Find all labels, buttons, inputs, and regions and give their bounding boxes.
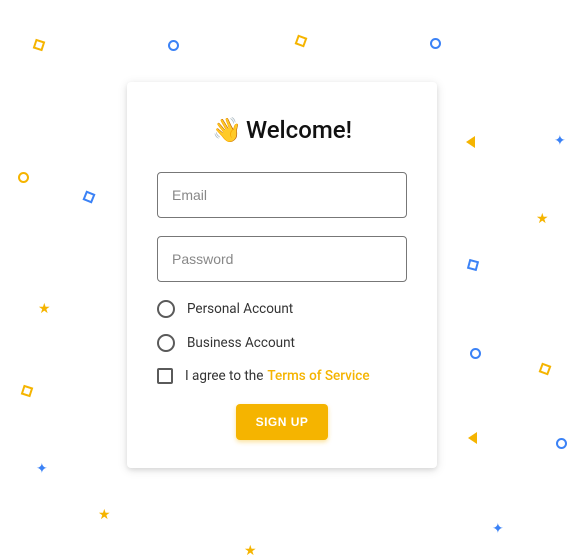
signup-button[interactable]: SIGN UP [236, 404, 329, 440]
confetti-star: ★ [98, 508, 111, 522]
confetti-circle [470, 348, 481, 359]
confetti-circle [430, 38, 441, 49]
radio-icon [157, 334, 175, 352]
confetti-circle [556, 438, 567, 449]
signup-card: 👋Welcome! Personal Account Business Acco… [127, 82, 437, 468]
email-field[interactable] [157, 172, 407, 218]
confetti-star: ✦ [492, 522, 504, 536]
business-account-option[interactable]: Business Account [157, 334, 407, 352]
confetti-star: ✦ [554, 134, 566, 148]
confetti-square [21, 385, 34, 398]
page-title: 👋Welcome! [157, 116, 407, 144]
confetti-circle [168, 40, 179, 51]
terms-link[interactable]: Terms of Service [267, 368, 369, 384]
password-field[interactable] [157, 236, 407, 282]
confetti-square [82, 190, 95, 203]
confetti-circle [18, 172, 29, 183]
terms-text: I agree to the [185, 368, 263, 384]
confetti-square [33, 39, 46, 52]
radio-icon [157, 300, 175, 318]
confetti-square [539, 363, 552, 376]
wave-icon: 👋 [212, 116, 242, 144]
confetti-triangle [466, 136, 475, 148]
confetti-triangle [468, 432, 477, 444]
title-text: Welcome! [246, 116, 352, 144]
confetti-square [295, 35, 308, 48]
confetti-star: ★ [536, 212, 549, 226]
confetti-star: ✦ [36, 462, 48, 476]
checkbox-icon [157, 368, 173, 384]
confetti-square [467, 259, 479, 271]
option-label: Personal Account [187, 301, 293, 317]
personal-account-option[interactable]: Personal Account [157, 300, 407, 318]
option-label: Business Account [187, 335, 295, 351]
confetti-star: ★ [38, 302, 51, 316]
terms-checkbox-row[interactable]: I agree to the Terms of Service [157, 368, 407, 384]
confetti-star: ★ [244, 544, 257, 558]
